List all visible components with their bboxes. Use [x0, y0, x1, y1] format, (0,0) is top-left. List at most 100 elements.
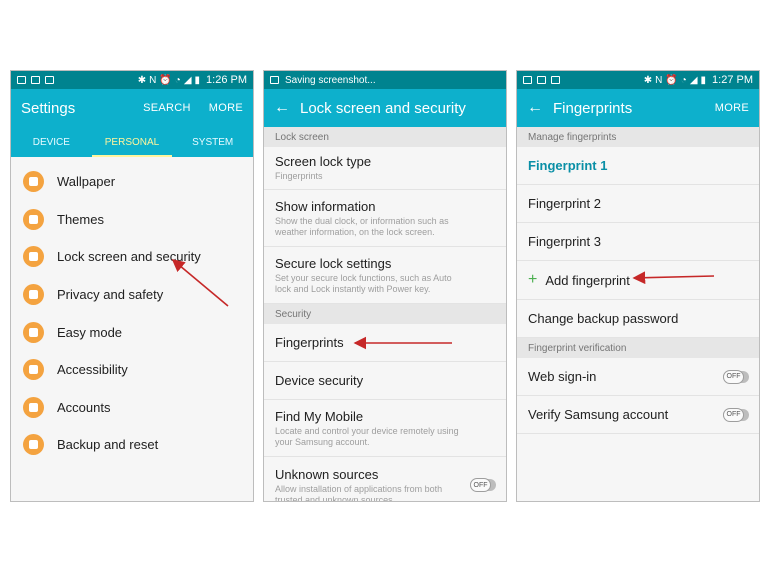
list-item-label: Themes [57, 211, 104, 227]
back-arrow-icon[interactable]: ← [527, 99, 543, 117]
screenshot-notification-icon [523, 76, 532, 84]
status-time: 1:26 PM [206, 74, 247, 86]
lock-icon [23, 246, 44, 268]
item-title: Unknown sources [275, 467, 379, 482]
list-item-label: Backup and reset [57, 437, 159, 453]
hand-icon [23, 359, 44, 381]
find-my-mobile-item[interactable]: Find My Mobile Locate and control your d… [264, 400, 506, 457]
item-title: Verify Samsung account [528, 407, 669, 422]
web-sign-in-item[interactable]: Web sign-in OFF [517, 358, 759, 396]
list-item-privacy[interactable]: Privacy and safety [11, 276, 253, 314]
wallpaper-icon [23, 171, 44, 193]
item-title: Find My Mobile [275, 408, 364, 424]
list-item-label: Lock screen and security [57, 249, 201, 265]
unknown-sources-item[interactable]: Unknown sources Allow installation of ap… [264, 457, 506, 502]
tab-system[interactable]: SYSTEM [172, 127, 253, 157]
item-title: Fingerprint 3 [528, 234, 601, 249]
app-bar: ← Fingerprints MORE [517, 89, 759, 127]
device-security-item[interactable]: Device security [264, 362, 506, 400]
fingerprint-3-item[interactable]: Fingerprint 3 [517, 223, 759, 261]
nfc-icon: N [655, 74, 663, 86]
signal-icon: ◢ [183, 74, 192, 86]
more-button[interactable]: MORE [715, 102, 749, 114]
item-subtitle: Locate and control your device remotely … [275, 425, 459, 447]
tab-personal[interactable]: PERSONAL [91, 127, 173, 157]
verify-samsung-account-toggle[interactable]: OFF [723, 407, 749, 422]
home-icon [23, 321, 44, 343]
app-bar: ← Lock screen and security [264, 89, 506, 127]
more-button[interactable]: MORE [209, 102, 243, 114]
backup-icon [23, 434, 44, 456]
item-title: Fingerprints [275, 335, 344, 350]
list-item-accounts[interactable]: Accounts [11, 389, 253, 427]
alarm-icon: ⏰ [665, 74, 678, 86]
plus-icon: + [528, 271, 538, 288]
list-item-label: Wallpaper [57, 174, 116, 190]
tab-bar: DEVICE PERSONAL SYSTEM [11, 127, 253, 157]
item-subtitle: Fingerprints [275, 171, 323, 181]
list-item-label: Accounts [57, 399, 111, 415]
list-item-easy-mode[interactable]: Easy mode [11, 313, 253, 351]
screen-lock-type-item[interactable]: Screen lock type Fingerprints [264, 147, 506, 190]
screenshot-notification-icon [17, 76, 26, 84]
themes-icon [23, 208, 44, 230]
secure-lock-settings-item[interactable]: Secure lock settings Set your secure loc… [264, 247, 506, 304]
item-title: Show information [275, 198, 376, 214]
item-title: Add fingerprint [545, 272, 630, 288]
settings-list: Wallpaper Themes Lock screen and securit… [11, 157, 253, 464]
item-title: Web sign-in [528, 369, 597, 384]
alarm-icon: ⏰ [159, 74, 172, 86]
item-subtitle: Allow installation of applications from … [275, 484, 443, 502]
signal-icon: ◢ [689, 74, 698, 86]
bluetooth-icon: ✱ [643, 74, 653, 86]
nfc-icon: N [149, 74, 157, 86]
page-title: Fingerprints [553, 99, 633, 117]
wifi-icon: ◔ [174, 74, 181, 86]
search-button[interactable]: SEARCH [143, 102, 191, 114]
status-text: Saving screenshot... [285, 74, 376, 86]
change-backup-password-item[interactable]: Change backup password [517, 300, 759, 338]
item-title: Screen lock type [275, 154, 372, 169]
status-bar: ✱ N ⏰ ◔ ◢ ▮ 1:27 PM [517, 71, 759, 89]
unknown-sources-toggle[interactable]: OFF [470, 478, 496, 492]
tab-device[interactable]: DEVICE [11, 127, 92, 157]
item-title: Device security [275, 373, 364, 388]
item-title: Fingerprint 2 [528, 196, 601, 211]
web-sign-in-toggle[interactable]: OFF [723, 369, 749, 384]
section-header-lock-screen: Lock screen [264, 127, 506, 147]
flipboard-notification-icon [31, 76, 40, 84]
item-subtitle: Show the dual clock, or information such… [275, 215, 449, 237]
settings-screen: ✱ N ⏰ ◔ ◢ ▮ 1:26 PM Settings SEARCH MORE… [10, 70, 254, 502]
item-title: Secure lock settings [275, 255, 392, 271]
list-item-wallpaper[interactable]: Wallpaper [11, 163, 253, 201]
item-title: Change backup password [528, 311, 679, 326]
lock-screen-security-screen: Saving screenshot... ← Lock screen and s… [263, 70, 507, 502]
verify-samsung-account-item[interactable]: Verify Samsung account OFF [517, 396, 759, 434]
list-item-lock-screen-and-security[interactable]: Lock screen and security [11, 238, 253, 276]
flipboard-notification-icon [537, 76, 546, 84]
fingerprints-screen: ✱ N ⏰ ◔ ◢ ▮ 1:27 PM ← Fingerprints MORE … [516, 70, 760, 502]
camera-notification-icon [45, 76, 54, 84]
list-item-accessibility[interactable]: Accessibility [11, 351, 253, 389]
back-arrow-icon[interactable]: ← [274, 99, 290, 117]
battery-icon: ▮ [194, 74, 201, 86]
list-item-label: Privacy and safety [57, 287, 164, 303]
page-title: Settings [21, 99, 76, 117]
fingerprint-1-item[interactable]: Fingerprint 1 [517, 147, 759, 185]
app-bar: Settings SEARCH MORE [11, 89, 253, 127]
add-fingerprint-item[interactable]: + Add fingerprint [517, 261, 759, 300]
fingerprint-2-item[interactable]: Fingerprint 2 [517, 185, 759, 223]
item-subtitle: Set your secure lock functions, such as … [275, 272, 452, 294]
list-item-themes[interactable]: Themes [11, 201, 253, 239]
fingerprints-item[interactable]: Fingerprints [264, 324, 506, 362]
status-time: 1:27 PM [712, 74, 753, 86]
wifi-icon: ◔ [680, 74, 687, 86]
toggle-state: OFF [723, 369, 744, 384]
list-item-backup-and-reset[interactable]: Backup and reset [11, 426, 253, 464]
status-bar: ✱ N ⏰ ◔ ◢ ▮ 1:26 PM [11, 71, 253, 89]
toggle-state: OFF [470, 478, 491, 492]
show-information-item[interactable]: Show information Show the dual clock, or… [264, 190, 506, 247]
page-title: Lock screen and security [300, 99, 466, 117]
camera-notification-icon [551, 76, 560, 84]
bluetooth-icon: ✱ [137, 74, 147, 86]
